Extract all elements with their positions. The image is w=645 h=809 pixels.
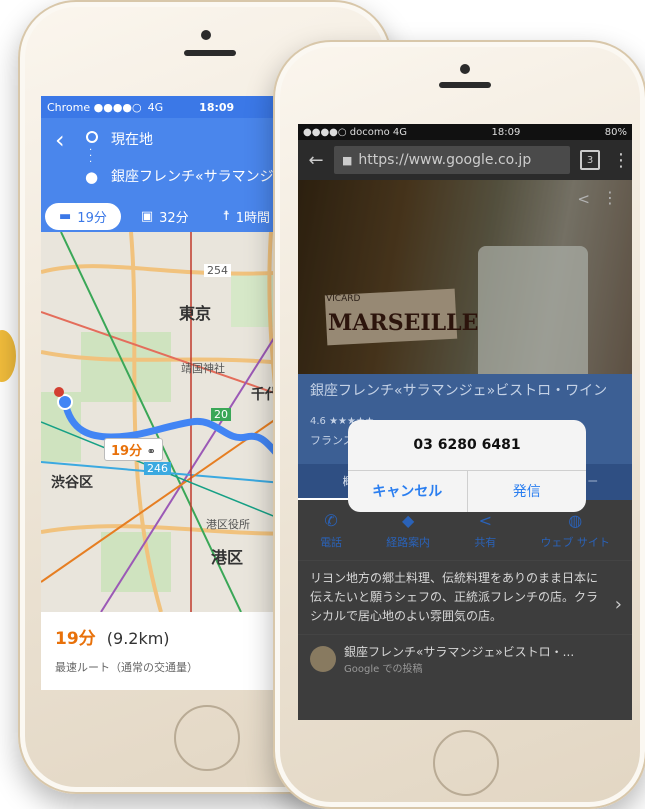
share-icon[interactable]: < [577, 190, 590, 208]
url-text: https://www.google.co.jp [358, 152, 532, 168]
overflow-menu-icon[interactable]: ⋮ [610, 150, 632, 171]
avatar [310, 646, 336, 672]
tab-switcher-button[interactable]: 3 [580, 150, 600, 170]
mode-drive[interactable]: ▬ 19分 [45, 202, 121, 230]
destination-field[interactable]: 銀座フレンチ«サラマンジェ [111, 166, 288, 186]
mode-transit[interactable]: ▣ 32分 [127, 203, 203, 230]
mode-transit-label: 32分 [159, 210, 189, 226]
network-label: 4G [147, 100, 164, 114]
carrier-label: ●●●●○ docomo 4G [303, 126, 408, 138]
chevron-right-icon: › [614, 594, 622, 615]
photo-text-marseille: MARSEILLE [328, 310, 479, 336]
directions-action[interactable]: ◆ 経路案内 [386, 511, 430, 550]
dialog-phone-number: 03 6280 6481 [348, 420, 586, 471]
photo-text-vicard: VICARD [326, 294, 361, 304]
lock-icon: ■ [342, 153, 353, 167]
directions-label: 経路案内 [386, 535, 431, 549]
home-button[interactable] [433, 730, 499, 796]
call-action[interactable]: ✆ 電話 [320, 511, 342, 550]
edge-decoration [0, 330, 16, 382]
eta-bubble[interactable]: 19分 ⚭ [104, 438, 163, 461]
place-photo[interactable]: VICARD MARSEILLE < ⋮ [298, 180, 632, 374]
website-action[interactable]: ◍ ウェブ サイト [540, 511, 610, 550]
status-time: 18:09 [199, 100, 235, 114]
status-time: 18:09 [491, 126, 521, 138]
road-shield-254: 254 [204, 264, 231, 277]
phone-icon: ✆ [324, 510, 338, 530]
glass-shape [478, 246, 588, 374]
share-action[interactable]: < 共有 [474, 511, 496, 550]
origin-field[interactable]: 現在地 [111, 129, 153, 149]
back-arrow-icon[interactable]: ← [298, 150, 334, 171]
label-tokyo: 東京 [179, 304, 212, 323]
camera-dot [201, 30, 211, 40]
place-title: 銀座フレンチ«サラマンジェ»ビストロ・ワイン [310, 383, 608, 399]
url-bar[interactable]: ■ https://www.google.co.jp [334, 146, 570, 174]
description-text: リヨン地方の郷土料理、伝統料理をありのまま日本に伝えたいと願うシェフの、正統派フ… [310, 571, 599, 623]
tab-count: 3 [586, 154, 594, 166]
traffic-icon: ⚭ [146, 445, 156, 458]
label-minato: 港区 [211, 548, 244, 567]
road-shield-246: 246 [144, 462, 171, 475]
car-icon: ▬ [59, 208, 72, 224]
battery-label: 80% [604, 126, 627, 138]
status-bar: ●●●●○ docomo 4G 18:09 80% [298, 124, 632, 140]
speaker-grille [439, 82, 491, 88]
train-icon: ▣ [140, 208, 154, 224]
mode-drive-label: 19分 [77, 210, 107, 226]
destination-pin-icon: ● [85, 168, 99, 186]
origin-marker-icon [86, 131, 98, 143]
walk-icon: ☨ [222, 208, 230, 224]
place-description[interactable]: リヨン地方の郷土料理、伝統料理をありのまま日本に伝えたいと願うシェフの、正統派フ… [298, 560, 632, 635]
website-label: ウェブ サイト [540, 535, 610, 549]
back-arrow-icon[interactable]: ‹ [55, 126, 65, 154]
route-duration: 19分 [55, 629, 96, 649]
label-ward-office: 港区役所 [206, 518, 250, 531]
chrome-toolbar: ← ■ https://www.google.co.jp 3 ⋮ [298, 140, 632, 180]
post-subtitle: Google での投稿 [344, 664, 423, 675]
home-button[interactable] [174, 705, 240, 771]
more-icon[interactable]: ⋮ [602, 188, 618, 207]
post-title: 銀座フレンチ«サラマンジェ»ビストロ・... [344, 645, 575, 659]
speaker-grille [184, 50, 236, 56]
road-shield-20: 20 [211, 408, 231, 421]
share-icon: < [478, 510, 493, 530]
globe-icon: ◍ [568, 510, 583, 530]
phone-right: ●●●●○ docomo 4G 18:09 80% ← ■ https://ww… [273, 40, 645, 809]
call-button[interactable]: 発信 [468, 471, 587, 512]
google-post[interactable]: 銀座フレンチ«サラマンジェ»ビストロ・... Google での投稿 [298, 635, 632, 683]
label-yasukuni: 靖国神社 [181, 362, 225, 375]
route-distance: (9.2km) [106, 629, 170, 648]
camera-dot [460, 64, 470, 74]
directions-icon: ◆ [402, 510, 415, 530]
call-label: 電話 [320, 535, 343, 549]
cancel-button[interactable]: キャンセル [348, 471, 468, 512]
eta-bubble-label: 19分 [111, 444, 143, 459]
browser-screen: ●●●●○ docomo 4G 18:09 80% ← ■ https://ww… [298, 124, 632, 720]
share-label: 共有 [474, 535, 497, 549]
carrier-label: Chrome ●●●●○ [47, 100, 142, 114]
call-dialog: 03 6280 6481 キャンセル 発信 [348, 420, 586, 512]
route-dots-icon: · · · [89, 145, 93, 168]
label-shibuya: 渋谷区 [51, 475, 93, 491]
